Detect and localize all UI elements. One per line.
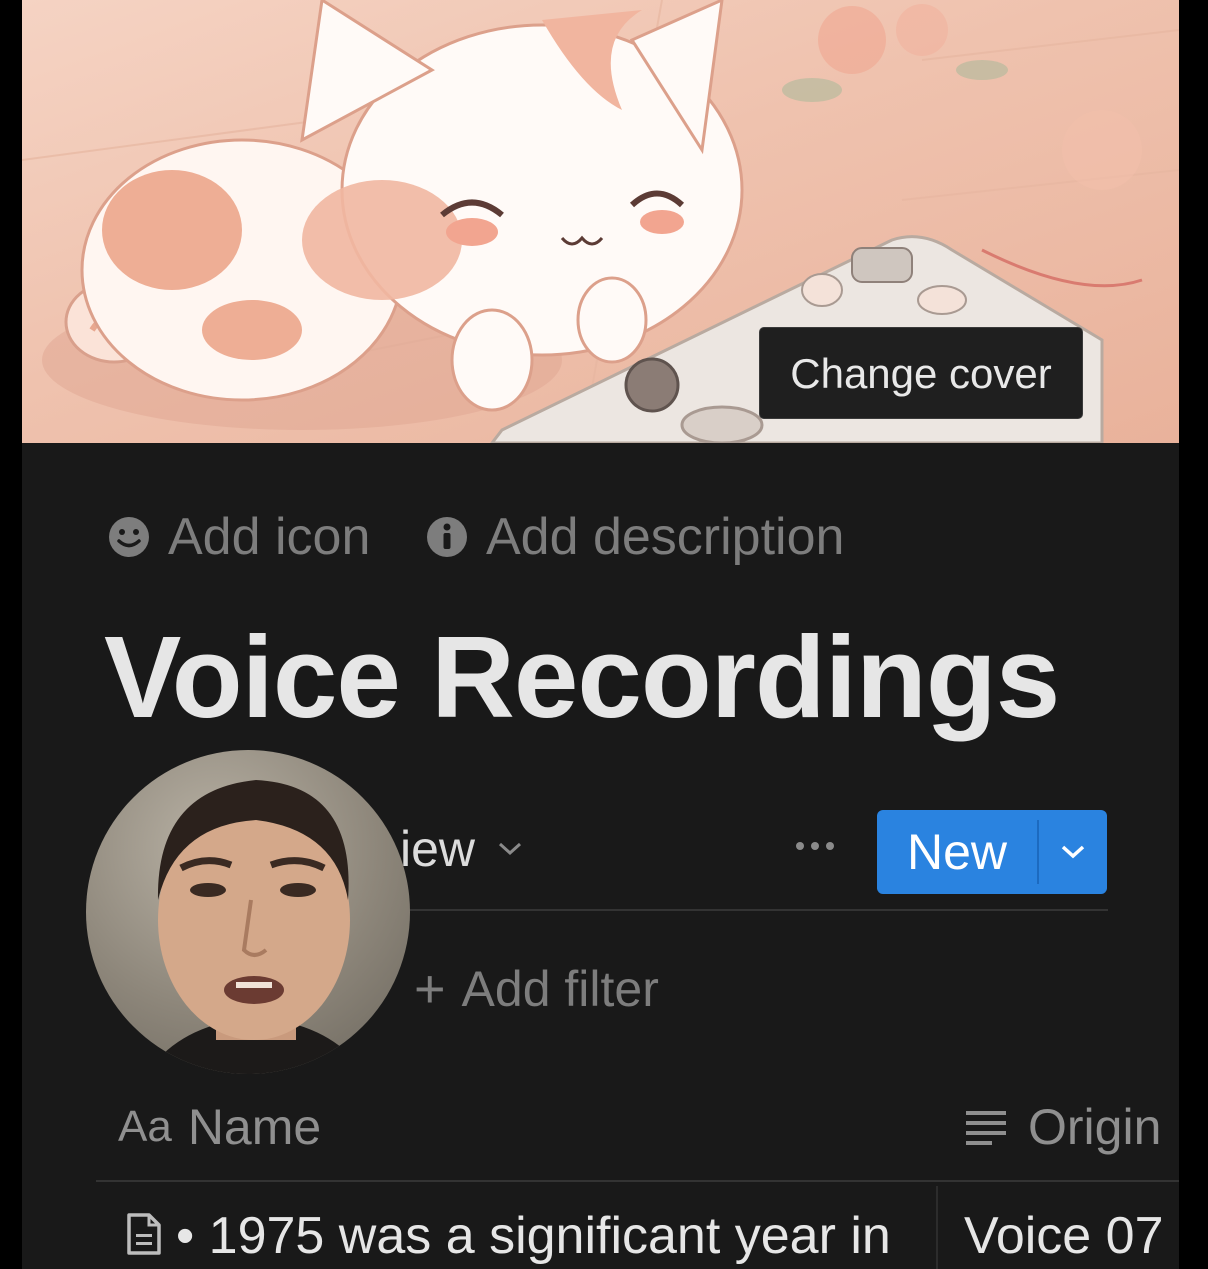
row-name-cell[interactable]: • 1975 was a significant year in <box>176 1206 1010 1266</box>
cover-image[interactable]: Change cover <box>22 0 1179 443</box>
column-header-name[interactable]: Aa Name <box>118 1098 321 1156</box>
document-icon <box>127 1213 161 1255</box>
new-button[interactable]: New <box>877 810 1107 894</box>
smiley-icon <box>109 517 149 557</box>
add-filter-label: Add filter <box>461 961 659 1017</box>
column-header-origin-label: Origin <box>1028 1099 1162 1155</box>
more-options-icon[interactable] <box>790 826 840 866</box>
webcam-overlay <box>86 750 410 1074</box>
text-property-icon: Aa <box>118 1102 172 1151</box>
chevron-down-icon <box>1061 845 1085 859</box>
view-divider <box>400 909 1108 911</box>
lines-property-icon <box>966 1111 1006 1145</box>
new-button-label[interactable]: New <box>877 810 1037 894</box>
webcam-person-image <box>146 780 366 1074</box>
table-header-divider <box>96 1180 1179 1182</box>
view-label: iew <box>400 821 476 877</box>
column-divider <box>936 1186 938 1269</box>
view-selector[interactable]: iew <box>400 820 523 878</box>
add-description-button[interactable]: Add description <box>426 505 844 569</box>
new-dropdown-button[interactable] <box>1039 810 1107 894</box>
plus-icon: + <box>414 959 446 1019</box>
add-icon-button[interactable]: Add icon <box>108 505 370 569</box>
add-description-label: Add description <box>486 508 845 566</box>
page-title[interactable]: Voice Recordings <box>104 610 1060 744</box>
table-row[interactable]: • 1975 was a significant year in Voice 0… <box>96 1186 1179 1269</box>
info-icon <box>427 517 467 557</box>
change-cover-button[interactable]: Change cover <box>759 327 1083 419</box>
chevron-down-icon <box>499 842 522 856</box>
add-filter-button[interactable]: + Add filter <box>414 958 659 1020</box>
row-origin-cell[interactable]: Voice 07 <box>964 1206 1164 1266</box>
column-header-origin[interactable]: Origin <box>964 1098 1161 1156</box>
page-frame: Change cover Add icon Add description Vo… <box>22 0 1179 1269</box>
add-icon-label: Add icon <box>168 508 371 566</box>
column-header-name-label: Name <box>187 1099 322 1155</box>
